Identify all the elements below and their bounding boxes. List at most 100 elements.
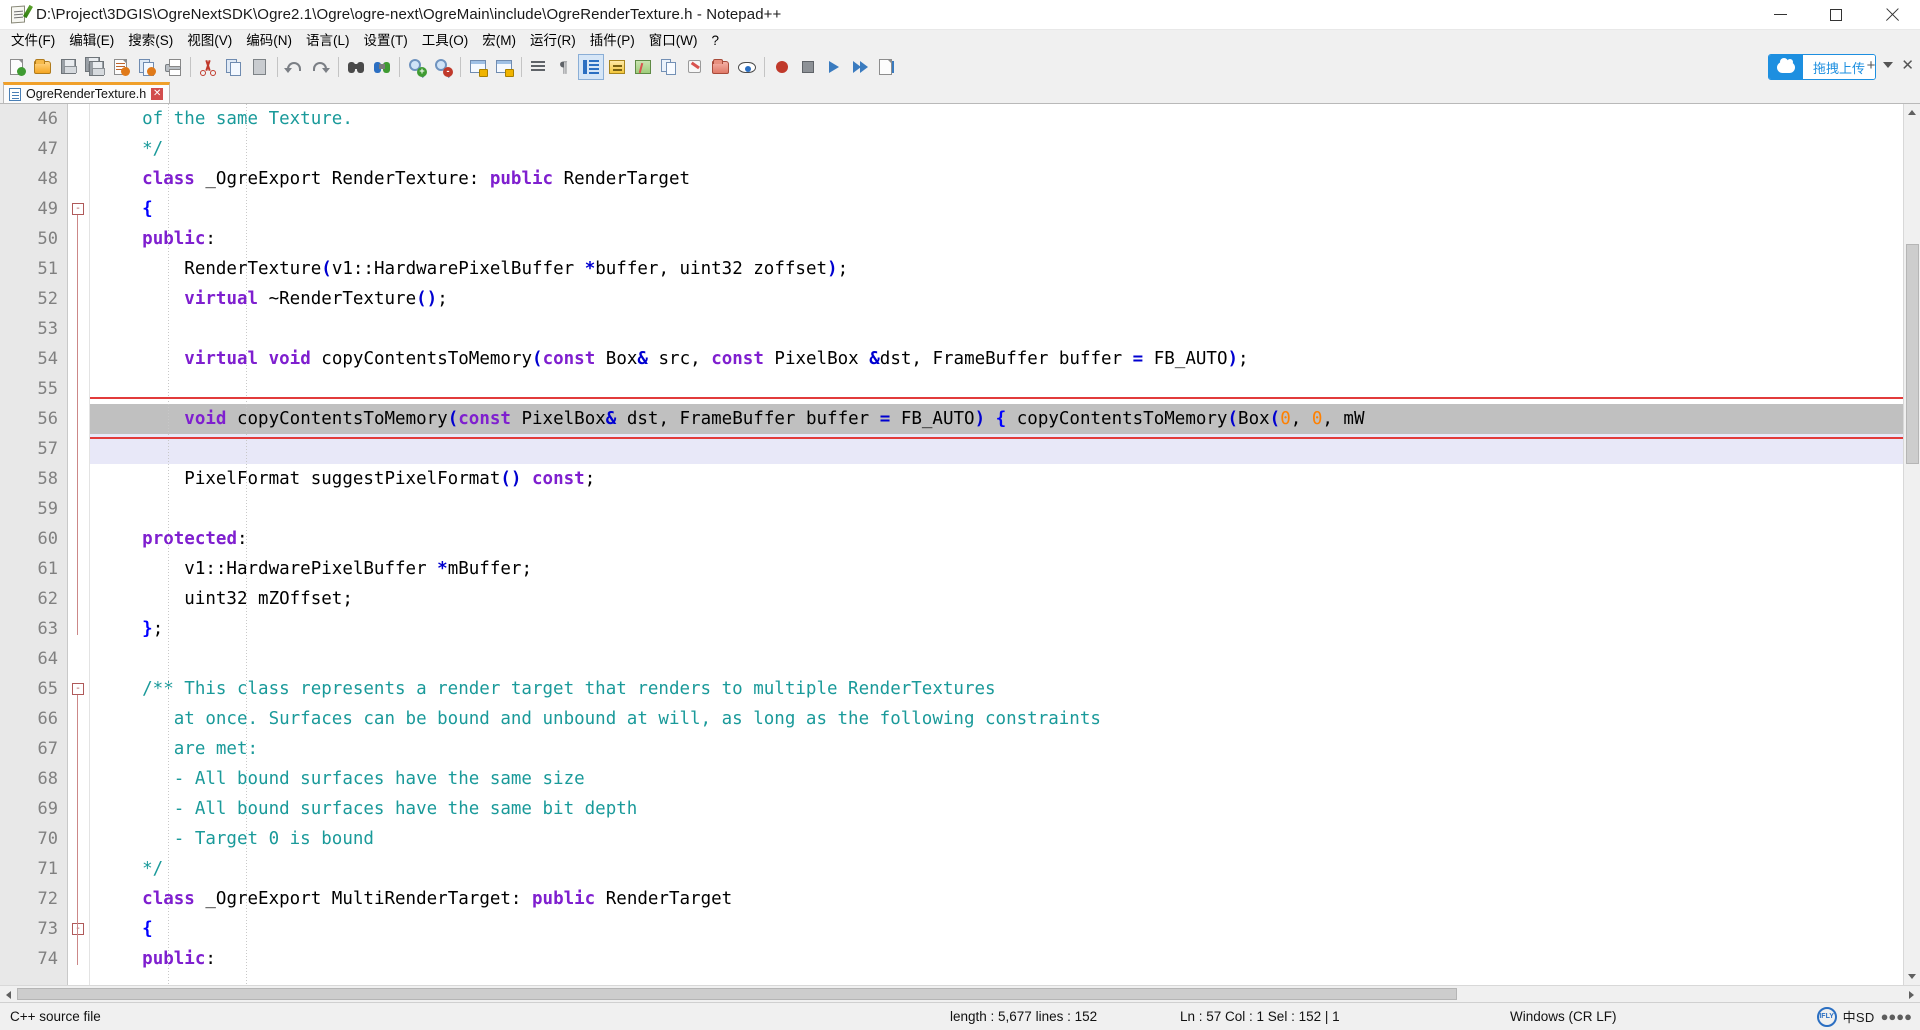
zoom-in-button[interactable]: + bbox=[404, 54, 430, 80]
vertical-scrollbar[interactable] bbox=[1903, 104, 1920, 985]
menu-file[interactable]: 文件(F) bbox=[4, 31, 62, 51]
fold-toggle-icon[interactable]: - bbox=[72, 683, 84, 695]
scroll-down-icon[interactable] bbox=[1903, 968, 1920, 985]
code-line[interactable]: void copyContentsToMemory(const PixelBox… bbox=[90, 404, 1903, 434]
zoom-out-button[interactable]: - bbox=[430, 54, 456, 80]
menu-tools[interactable]: 工具(O) bbox=[415, 31, 476, 51]
macro-stop-button[interactable] bbox=[795, 54, 821, 80]
macro-record-button[interactable] bbox=[769, 54, 795, 80]
code-line[interactable] bbox=[90, 314, 1903, 344]
tab-ogrerendertexture-h[interactable]: OgreRenderTexture.h ✕ bbox=[3, 82, 171, 103]
menu-settings[interactable]: 设置(T) bbox=[357, 31, 415, 51]
close-icon[interactable]: ✕ bbox=[151, 88, 164, 100]
cut-button[interactable] bbox=[195, 54, 221, 80]
show-all-characters-button[interactable]: ¶ bbox=[552, 54, 578, 80]
menu-language[interactable]: 语言(L) bbox=[299, 31, 357, 51]
menu-view[interactable]: 视图(V) bbox=[180, 31, 239, 51]
horizontal-scroll-track[interactable] bbox=[17, 986, 1903, 1002]
chevron-down-icon[interactable] bbox=[1883, 62, 1894, 68]
close-tab-button[interactable]: ✕ bbox=[1901, 56, 1914, 74]
code-line[interactable]: { bbox=[90, 914, 1903, 944]
code-line[interactable]: at once. Surfaces can be bound and unbou… bbox=[90, 704, 1903, 734]
code-line[interactable]: }; bbox=[90, 614, 1903, 644]
macro-save-button[interactable] bbox=[873, 54, 899, 80]
scroll-up-icon[interactable] bbox=[1903, 104, 1920, 121]
code-line[interactable]: - Target 0 is bound bbox=[90, 824, 1903, 854]
code-line[interactable]: class _OgreExport RenderTexture: public … bbox=[90, 164, 1903, 194]
code-line[interactable]: - All bound surfaces have the same size bbox=[90, 764, 1903, 794]
code-line[interactable]: { bbox=[90, 194, 1903, 224]
code-text-area[interactable]: public: { class _OgreExport MultiRenderT… bbox=[90, 104, 1903, 985]
code-line[interactable] bbox=[90, 494, 1903, 524]
minimize-button[interactable] bbox=[1752, 0, 1808, 30]
find-button[interactable] bbox=[343, 54, 369, 80]
copy-button[interactable] bbox=[221, 54, 247, 80]
ime-indicator[interactable]: 中SD bbox=[1843, 1007, 1875, 1026]
show-indent-guide-button[interactable] bbox=[578, 54, 604, 80]
code-line[interactable]: virtual void copyContentsToMemory(const … bbox=[90, 344, 1903, 374]
user-defined-dialog-button[interactable] bbox=[604, 54, 630, 80]
menu-help[interactable]: ? bbox=[704, 31, 726, 51]
code-line[interactable]: PixelFormat suggestPixelFormat() const; bbox=[90, 464, 1903, 494]
code-line[interactable]: uint32 mZOffset; bbox=[90, 584, 1903, 614]
code-line[interactable] bbox=[90, 374, 1903, 404]
print-button[interactable] bbox=[160, 54, 186, 80]
code-line[interactable]: virtual ~RenderTexture(); bbox=[90, 284, 1903, 314]
maximize-button[interactable] bbox=[1808, 0, 1864, 30]
horizontal-scroll-thumb[interactable] bbox=[17, 988, 1457, 1000]
fold-toggle-icon[interactable]: - bbox=[72, 923, 84, 935]
menu-plugins[interactable]: 插件(P) bbox=[583, 31, 642, 51]
close-button[interactable] bbox=[1864, 0, 1920, 30]
document-switcher-button[interactable] bbox=[682, 54, 708, 80]
folder-as-workspace-button[interactable] bbox=[708, 54, 734, 80]
ifly-upload-widget[interactable]: 拖拽上传 bbox=[1767, 54, 1876, 80]
save-button[interactable] bbox=[56, 54, 82, 80]
code-line[interactable]: */ bbox=[90, 134, 1903, 164]
code-line[interactable]: class _OgreExport MultiRenderTarget: pub… bbox=[90, 884, 1903, 914]
replace-button[interactable] bbox=[369, 54, 395, 80]
fold-toggle-icon[interactable]: - bbox=[72, 203, 84, 215]
menu-run[interactable]: 运行(R) bbox=[523, 31, 583, 51]
save-all-button[interactable] bbox=[82, 54, 108, 80]
code-line[interactable] bbox=[90, 434, 1903, 464]
code-token: 0 bbox=[1280, 409, 1291, 429]
macro-play-button[interactable] bbox=[821, 54, 847, 80]
code-line[interactable]: public: bbox=[90, 224, 1903, 254]
close-file-button[interactable] bbox=[108, 54, 134, 80]
redo-button[interactable] bbox=[308, 54, 334, 80]
code-line[interactable]: */ bbox=[90, 854, 1903, 884]
code-line[interactable] bbox=[90, 644, 1903, 674]
sync-vertical-scroll-button[interactable] bbox=[465, 54, 491, 80]
scroll-left-icon[interactable] bbox=[0, 986, 17, 1003]
paste-button[interactable] bbox=[247, 54, 273, 80]
close-all-button[interactable] bbox=[134, 54, 160, 80]
new-file-button[interactable] bbox=[4, 54, 30, 80]
menu-edit[interactable]: 编辑(E) bbox=[62, 31, 121, 51]
monitoring-button[interactable] bbox=[734, 54, 760, 80]
code-line[interactable]: protected: bbox=[90, 524, 1903, 554]
menu-macro[interactable]: 宏(M) bbox=[475, 31, 523, 51]
code-folding-column[interactable]: - - - bbox=[68, 104, 90, 985]
horizontal-scrollbar[interactable] bbox=[0, 985, 1920, 1002]
vertical-scroll-thumb[interactable] bbox=[1906, 244, 1919, 464]
sync-horizontal-scroll-button[interactable] bbox=[491, 54, 517, 80]
function-list-button[interactable] bbox=[656, 54, 682, 80]
word-wrap-button[interactable] bbox=[526, 54, 552, 80]
code-line[interactable]: public: bbox=[90, 944, 1903, 974]
code-line[interactable]: are met: bbox=[90, 734, 1903, 764]
menu-encoding[interactable]: 编码(N) bbox=[239, 31, 299, 51]
document-map-button[interactable] bbox=[630, 54, 656, 80]
code-line[interactable]: - All bound surfaces have the same bit d… bbox=[90, 794, 1903, 824]
add-tab-button[interactable]: + bbox=[1867, 57, 1876, 74]
code-line[interactable]: of the same Texture. bbox=[90, 104, 1903, 134]
scroll-right-icon[interactable] bbox=[1903, 986, 1920, 1003]
undo-button[interactable] bbox=[282, 54, 308, 80]
code-line[interactable]: RenderTexture(v1::HardwarePixelBuffer *b… bbox=[90, 254, 1903, 284]
macro-play-multiple-button[interactable] bbox=[847, 54, 873, 80]
menu-search[interactable]: 搜索(S) bbox=[121, 31, 180, 51]
code-line[interactable]: /** This class represents a render targe… bbox=[90, 674, 1903, 704]
open-file-button[interactable] bbox=[30, 54, 56, 80]
code-line[interactable]: v1::HardwarePixelBuffer *mBuffer; bbox=[90, 554, 1903, 584]
menu-window[interactable]: 窗口(W) bbox=[642, 31, 705, 51]
ifly-icon[interactable]: IFLY bbox=[1816, 1006, 1837, 1027]
